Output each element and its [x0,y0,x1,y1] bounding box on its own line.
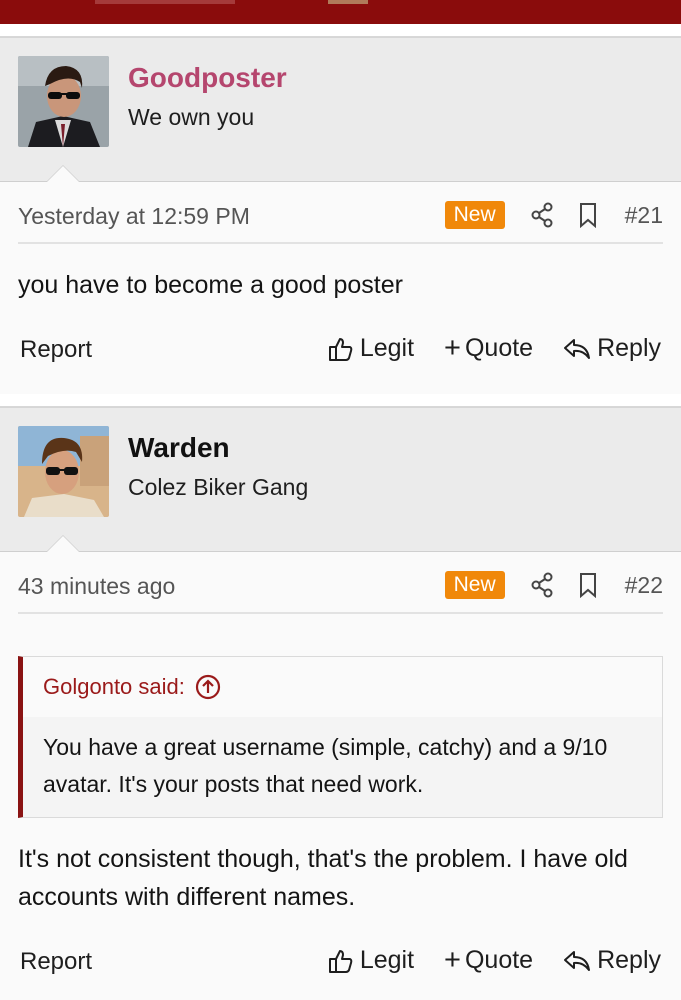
legit-button[interactable]: Legit [328,334,414,363]
post-body: It's not consistent though, that's the p… [18,845,628,911]
legit-label: Legit [359,946,415,974]
plus-icon: + [444,332,461,364]
reply-label: Reply [597,946,661,974]
quote-label: Quote [464,334,534,362]
new-badge: New [444,201,505,229]
top-nav-image-fragment [328,0,368,4]
user-title: We own you [128,104,255,130]
reply-button[interactable]: Reply [563,946,661,975]
reply-arrow-icon [564,338,591,359]
post-attribution-bar: 43 minutes ago New #22 [18,552,663,614]
post-user-header: Warden Colez Biker Gang [0,407,681,552]
quote-block: Golgonto said: You have a great username… [18,656,663,818]
quote-attribution[interactable]: Golgonto said: [23,657,662,717]
post-date[interactable]: Yesterday at 12:59 PM [18,203,250,230]
post-meta-actions: New #21 [444,200,663,230]
reply-arrow-icon [564,950,591,971]
reply-button[interactable]: Reply [563,334,661,363]
quote-button[interactable]: + Quote [444,334,533,363]
share-icon[interactable] [529,200,555,230]
quote-text: You have a great username (simple, catch… [23,717,662,817]
post-action-group: Legit + Quote Reply [298,946,661,975]
thumbs-up-icon [328,337,353,361]
post-meta-actions: New #22 [444,570,663,600]
top-nav-banner-fragment [95,0,235,4]
legit-button[interactable]: Legit [328,946,414,975]
plus-icon: + [444,944,461,976]
legit-label: Legit [359,334,415,362]
post-user-header: Goodposter We own you [0,37,681,182]
top-nav-bar [0,0,681,24]
share-icon[interactable] [529,570,555,600]
post-actions-bar: Report Legit + Quote Reply [18,330,663,380]
quote-author[interactable]: Golgonto said: [43,674,185,700]
bookmark-icon[interactable] [575,570,601,600]
avatar[interactable] [18,426,109,517]
post-attribution-bar: Yesterday at 12:59 PM New #21 [18,182,663,244]
post-action-group: Legit + Quote Reply [298,334,661,363]
post-21: Goodposter We own you Yesterday at 12:59… [0,36,681,394]
report-link[interactable]: Report [20,336,92,364]
post-date[interactable]: 43 minutes ago [18,573,175,600]
username[interactable]: Goodposter [128,62,287,94]
new-badge: New [444,571,505,599]
bookmark-icon[interactable] [575,200,601,230]
avatar[interactable] [18,56,109,147]
thumbs-up-icon [328,949,353,973]
quote-button[interactable]: + Quote [444,946,533,975]
post-actions-bar: Report Legit + Quote Reply [18,942,663,992]
post-number-link[interactable]: #21 [625,202,663,229]
jump-to-quote-icon[interactable] [195,674,221,700]
post-body: you have to become a good poster [18,271,403,299]
username[interactable]: Warden [128,432,230,464]
user-title: Colez Biker Gang [128,474,309,500]
post-22: Warden Colez Biker Gang 43 minutes ago N… [0,406,681,1000]
report-link[interactable]: Report [20,948,92,976]
quote-label: Quote [464,946,534,974]
header-caret [46,535,80,552]
header-caret [46,165,80,182]
reply-label: Reply [597,334,661,362]
post-number-link[interactable]: #22 [625,572,663,599]
